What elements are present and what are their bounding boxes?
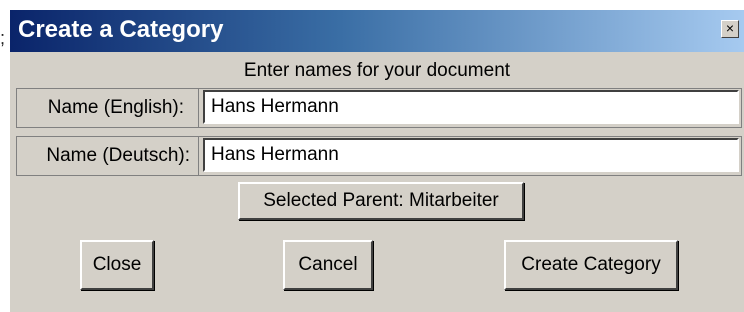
cancel-button[interactable]: Cancel <box>283 240 373 290</box>
name-deutsch-row: Name (Deutsch): <box>16 136 742 176</box>
title-bar[interactable]: Create a Category × <box>10 10 744 52</box>
name-deutsch-input[interactable] <box>203 138 739 172</box>
create-category-button[interactable]: Create Category <box>504 240 678 290</box>
name-english-input[interactable] <box>203 90 739 124</box>
instructions-text: Enter names for your document <box>243 60 511 81</box>
close-icon[interactable]: × <box>721 20 739 38</box>
selected-parent-button[interactable]: Selected Parent: Mitarbeiter <box>238 182 524 220</box>
name-english-row: Name (English): <box>16 88 742 128</box>
name-english-label: Name (English): <box>17 89 199 127</box>
close-button[interactable]: Close <box>80 240 154 290</box>
dialog-title: Create a Category <box>18 16 224 43</box>
name-deutsch-label: Name (Deutsch): <box>17 137 199 175</box>
create-category-dialog: Create a Category × Enter names for your… <box>10 10 744 312</box>
stray-mark: ; <box>0 28 6 48</box>
